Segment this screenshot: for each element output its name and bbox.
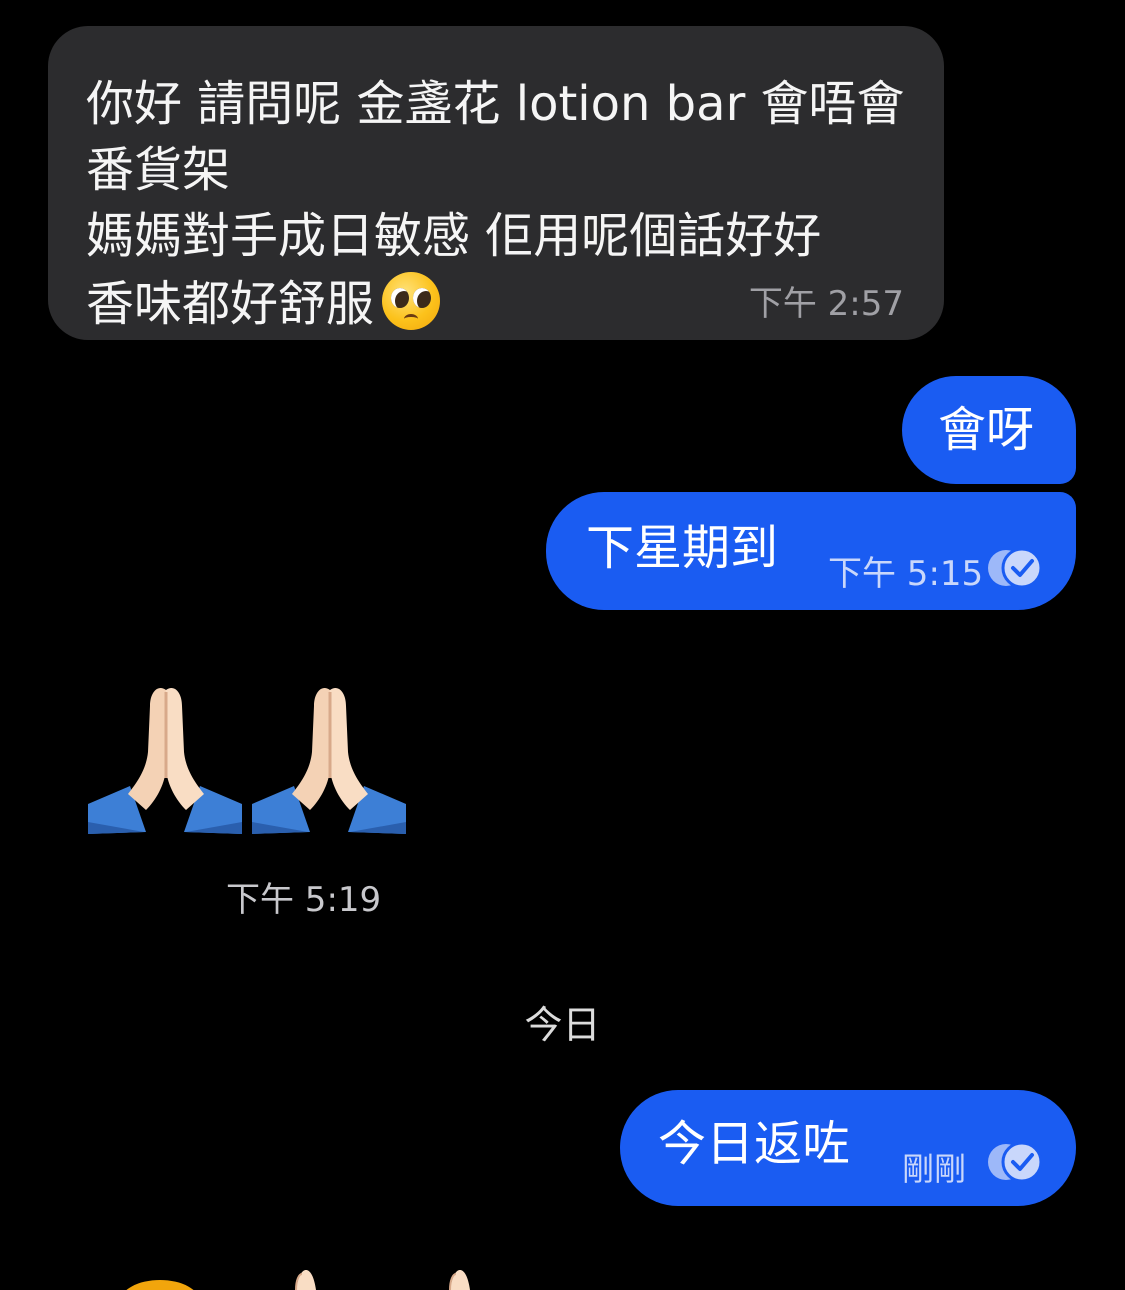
message-timestamp: 下午 5:19 [226, 880, 382, 920]
folded-hands-icon [88, 687, 242, 834]
read-check-icon [988, 1142, 1043, 1182]
pleading-face-icon [382, 272, 441, 330]
message-text: 今日返咗 [658, 1116, 851, 1172]
outgoing-message-bubble[interactable]: 下星期到 下午 5:15 [546, 492, 1076, 610]
message-text-line: 番貨架 [86, 142, 231, 198]
outgoing-message-bubble[interactable]: 今日返咗 剛剛 [620, 1090, 1076, 1206]
incoming-emoji-message-partial[interactable] [120, 1262, 520, 1290]
outgoing-message-bubble[interactable]: 會呀 [902, 376, 1076, 484]
message-text: 會呀 [938, 402, 1035, 458]
message-timestamp: 剛剛 [902, 1150, 967, 1188]
partial-emoji-icons [126, 1270, 470, 1290]
message-timestamp: 下午 2:57 [748, 284, 904, 324]
folded-hands-icon [252, 687, 406, 834]
read-check-icon [988, 548, 1043, 588]
date-separator: 今日 [524, 1003, 601, 1047]
message-text: 香味都好舒服 [86, 276, 375, 332]
incoming-emoji-message[interactable] [88, 682, 418, 838]
message-timestamp: 下午 5:15 [828, 554, 984, 594]
message-text-line: 你好 請問呢 金盞花 lotion bar 會唔會 [86, 76, 905, 132]
message-text: 下星期到 [586, 520, 779, 576]
message-text-line: 香味都好舒服 [86, 272, 441, 334]
message-text-line: 媽媽對手成日敏感 佢用呢個話好好 [86, 208, 822, 264]
incoming-message-bubble[interactable]: 你好 請問呢 金盞花 lotion bar 會唔會 番貨架 媽媽對手成日敏感 佢… [48, 26, 944, 340]
